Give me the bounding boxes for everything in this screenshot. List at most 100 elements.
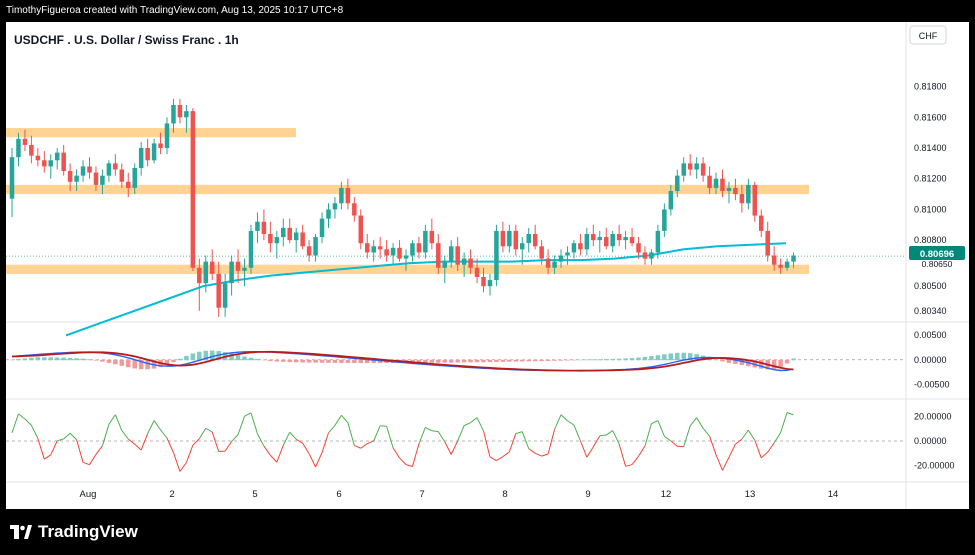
candle-body xyxy=(629,237,635,244)
oscillator-seg-36 xyxy=(237,416,245,435)
macd-hist-119 xyxy=(778,359,783,367)
oscillator-seg-114 xyxy=(741,429,749,440)
candle-37 xyxy=(248,224,254,274)
candle-body xyxy=(752,184,758,216)
candle-77 xyxy=(507,224,512,253)
candle-12 xyxy=(87,157,92,179)
candle-body xyxy=(293,232,299,241)
oscillator-seg-47 xyxy=(308,453,317,468)
candle-body xyxy=(29,144,34,156)
candle-body xyxy=(54,152,60,161)
candle-88 xyxy=(578,234,583,256)
candle-body xyxy=(352,203,357,216)
macd-hist-65 xyxy=(429,359,435,363)
candle-42 xyxy=(281,218,286,247)
candle-body xyxy=(771,255,777,265)
oscillator-seg-100 xyxy=(651,420,659,425)
macd-hist-110 xyxy=(720,359,725,362)
macd-hist-89 xyxy=(584,359,590,361)
macd-hist-68 xyxy=(448,359,454,363)
candle-107 xyxy=(700,157,706,182)
candle-41 xyxy=(274,230,280,259)
oscillator-seg-90 xyxy=(586,446,594,458)
time-tick-label-4: 7 xyxy=(419,489,424,500)
candle-body xyxy=(468,258,473,268)
candle-body xyxy=(610,234,615,247)
macd-hist-66 xyxy=(436,359,441,363)
candle-body xyxy=(358,215,364,244)
oscillator-seg-42 xyxy=(276,445,284,463)
macd-hist-18 xyxy=(126,359,131,368)
oscillator-seg-78 xyxy=(508,433,517,453)
candle-44 xyxy=(293,227,299,253)
candle-body xyxy=(132,167,137,188)
candle-52 xyxy=(345,178,351,210)
oscillator-seg-5 xyxy=(37,438,45,460)
candle-body xyxy=(22,138,28,145)
oscillator-seg-17 xyxy=(114,414,123,431)
oscillator-seg-39 xyxy=(257,433,265,447)
price-axis[interactable]: 0.81800 0.81600 0.81400 0.81200 0.81000 0.808… xyxy=(914,82,947,316)
time-axis[interactable]: Aug 2 5 6 7 8 9 12 13 14 xyxy=(80,489,839,500)
macd-hist-100 xyxy=(655,355,661,361)
oscillator-seg-66 xyxy=(431,430,439,433)
macd-hist-1 xyxy=(16,359,21,361)
candle-16 xyxy=(113,154,118,176)
tradingview-logo-icon xyxy=(10,525,32,539)
candle-body xyxy=(319,218,325,238)
candle-body xyxy=(197,267,202,284)
macd-tick-label-1: 0.00000 xyxy=(914,355,947,365)
candle-body xyxy=(507,230,512,247)
macd-hist-0 xyxy=(9,359,15,361)
chart-title: USDCHF . U.S. Dollar / Swiss Franc . 1h xyxy=(14,33,239,47)
oscillator-seg-93 xyxy=(605,430,613,436)
candle-body xyxy=(571,243,577,253)
macd-hist-7 xyxy=(54,357,60,361)
oscillator-pane: 20.00000 0.00000 -20.00000 xyxy=(6,412,955,472)
oscillator-seg-44 xyxy=(289,431,297,440)
candle-body xyxy=(151,143,157,161)
oscillator-seg-62 xyxy=(405,464,413,467)
candle-body xyxy=(216,273,221,308)
candle-body xyxy=(209,261,215,274)
candle-89 xyxy=(584,227,590,256)
oscillator-seg-68 xyxy=(444,441,452,455)
candle-56 xyxy=(371,240,376,262)
candle-body xyxy=(106,163,112,176)
chart-svg[interactable]: 0.00500 0.00000 -0.00500 20.00000 0.00000 -2… xyxy=(6,22,969,509)
macd-hist-87 xyxy=(571,359,577,361)
macd-hist-73 xyxy=(481,359,486,363)
oscillator-seg-82 xyxy=(534,452,542,457)
macd-hist-92 xyxy=(603,359,609,361)
chart-canvas[interactable]: 0.00500 0.00000 -0.00500 20.00000 0.00000 -2… xyxy=(6,22,969,509)
candle-body xyxy=(649,252,654,259)
candle-45 xyxy=(300,224,305,250)
macd-hist-8 xyxy=(61,357,66,361)
tradingview-logo[interactable]: TradingView xyxy=(10,522,138,542)
oscillator-seg-110 xyxy=(715,454,723,471)
oscillator-seg-9 xyxy=(63,432,71,440)
candle-body xyxy=(261,221,267,234)
candle-body xyxy=(494,230,499,281)
candle-body xyxy=(687,163,693,170)
macd-hist-80 xyxy=(526,359,531,362)
oscillator-seg-91 xyxy=(592,435,601,448)
oscillator-seg-46 xyxy=(302,442,310,455)
oscillator-seg-13 xyxy=(89,454,97,465)
oscillator-seg-115 xyxy=(747,429,756,441)
candle-1 xyxy=(16,132,21,167)
oscillator-seg-4 xyxy=(30,425,39,439)
macd-hist-109 xyxy=(713,359,719,361)
candle-body xyxy=(119,169,125,182)
candle-body xyxy=(681,163,686,176)
candle-body xyxy=(35,155,41,161)
macd-hist-26 xyxy=(177,358,183,361)
candle-40 xyxy=(268,221,273,253)
macd-hist-48 xyxy=(319,359,325,363)
macd-hist-4 xyxy=(35,357,41,361)
oscillator-seg-60 xyxy=(392,447,400,459)
candle-body xyxy=(591,234,596,241)
candle-55 xyxy=(364,234,370,259)
macd-hist-16 xyxy=(113,359,118,365)
candle-body xyxy=(545,258,551,268)
